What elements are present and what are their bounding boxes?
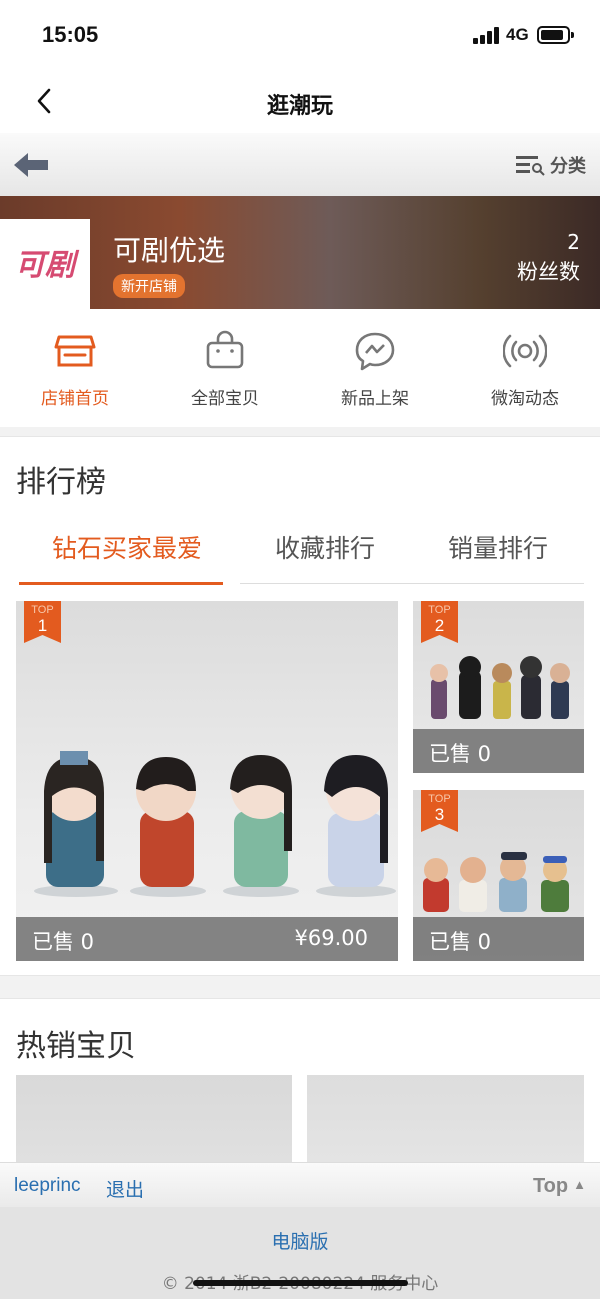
svg-text:3: 3 — [435, 805, 444, 824]
page-title: 逛潮玩 — [266, 94, 333, 119]
category-label: 分类 — [550, 156, 586, 177]
network-label: 4G — [506, 25, 529, 44]
shop-logo[interactable]: 可剧 — [0, 219, 90, 309]
ranking-product-2[interactable]: TOP 2 已售 0 — [413, 601, 584, 773]
user-bar: leeprinc 退出 Top ▲ — [0, 1162, 600, 1207]
shop-menu: 店铺首页 全部宝贝 新品上架 微淘动态 — [0, 309, 600, 427]
menu-label: 微淘动态 — [491, 389, 559, 409]
chat-bubble-icon — [355, 332, 395, 371]
hot-product-image[interactable] — [16, 1075, 292, 1175]
product-figures-image — [34, 751, 396, 897]
svg-text:TOP: TOP — [428, 793, 450, 805]
bag-icon — [206, 330, 244, 369]
menu-item-home[interactable]: 店铺首页 — [0, 309, 150, 427]
hot-product-image[interactable] — [307, 1075, 584, 1175]
svg-text:TOP: TOP — [31, 604, 53, 616]
caret-up-icon: ▲ — [573, 1177, 586, 1192]
svg-text:2: 2 — [435, 616, 444, 635]
list-search-icon — [516, 156, 545, 176]
rank-badge: TOP 2 — [421, 601, 458, 643]
top-label: Top — [532, 1175, 569, 1197]
menu-label: 新品上架 — [341, 389, 409, 409]
product-price: ¥69.00 — [294, 926, 368, 950]
svg-text:可剧: 可剧 — [15, 248, 80, 283]
section-title: 热销宝贝 — [16, 1029, 136, 1064]
shop-toolbar: 分类 — [0, 133, 600, 196]
battery-icon — [537, 26, 574, 44]
shop-name: 可剧优选 — [113, 234, 226, 267]
ranking-product-1[interactable]: TOP 1 已售 0 ¥69.00 — [16, 601, 398, 961]
menu-item-feed[interactable]: 微淘动态 — [450, 309, 600, 427]
product-info-bar: 已售 0 — [413, 729, 584, 773]
ranking-section: 排行榜 钻石买家最爱 收藏排行 销量排行 TOP 1 已售 0 ¥69.00 T… — [0, 436, 600, 976]
sold-count: 已售 0 — [429, 930, 492, 954]
product-info-bar: 已售 0 ¥69.00 — [16, 917, 398, 961]
username-link[interactable]: leeprinc — [14, 1175, 81, 1197]
status-time: 15:05 — [42, 22, 99, 47]
menu-item-all[interactable]: 全部宝贝 — [150, 309, 300, 427]
sold-count: 已售 0 — [32, 930, 95, 954]
hot-section: 热销宝贝 — [0, 998, 600, 1175]
rank-badge: TOP 1 — [24, 601, 61, 643]
ranking-product-3[interactable]: TOP 3 已售 0 — [413, 790, 584, 961]
tab-divider — [240, 583, 584, 584]
back-arrow-icon[interactable] — [12, 151, 50, 179]
svg-text:TOP: TOP — [428, 604, 450, 616]
menu-label: 店铺首页 — [41, 389, 109, 409]
shop-banner: 可剧 可剧优选 新开店铺 2 粉丝数 — [0, 196, 600, 309]
fans-label: 粉丝数 — [517, 260, 580, 284]
category-button[interactable]: 分类 — [516, 153, 586, 177]
pc-version-link[interactable]: 电脑版 — [0, 1227, 600, 1254]
status-bar: 15:05 4G — [0, 0, 600, 70]
menu-item-new[interactable]: 新品上架 — [300, 309, 450, 427]
tab-sales-rank[interactable]: 销量排行 — [412, 523, 584, 585]
logout-link[interactable]: 退出 — [106, 1175, 144, 1202]
rank-badge: TOP 3 — [421, 790, 458, 832]
menu-label: 全部宝贝 — [191, 389, 259, 409]
new-shop-badge: 新开店铺 — [113, 274, 185, 298]
home-indicator[interactable] — [193, 1280, 408, 1286]
section-title: 排行榜 — [16, 465, 106, 500]
fans-count: 2 — [567, 230, 580, 254]
back-to-top-button[interactable]: Top ▲ — [533, 1175, 586, 1198]
store-icon — [54, 335, 96, 367]
tab-collection-rank[interactable]: 收藏排行 — [238, 523, 412, 585]
nav-bar: 逛潮玩 — [0, 70, 600, 133]
tab-diamond-favorite[interactable]: 钻石买家最爱 — [16, 523, 238, 585]
ranking-tabs: 钻石买家最爱 收藏排行 销量排行 — [16, 523, 584, 585]
broadcast-icon — [503, 334, 547, 368]
svg-text:1: 1 — [38, 616, 47, 635]
signal-icon — [473, 27, 501, 44]
product-info-bar: 已售 0 — [413, 917, 584, 961]
active-tab-indicator — [19, 582, 223, 585]
sold-count: 已售 0 — [429, 742, 492, 766]
